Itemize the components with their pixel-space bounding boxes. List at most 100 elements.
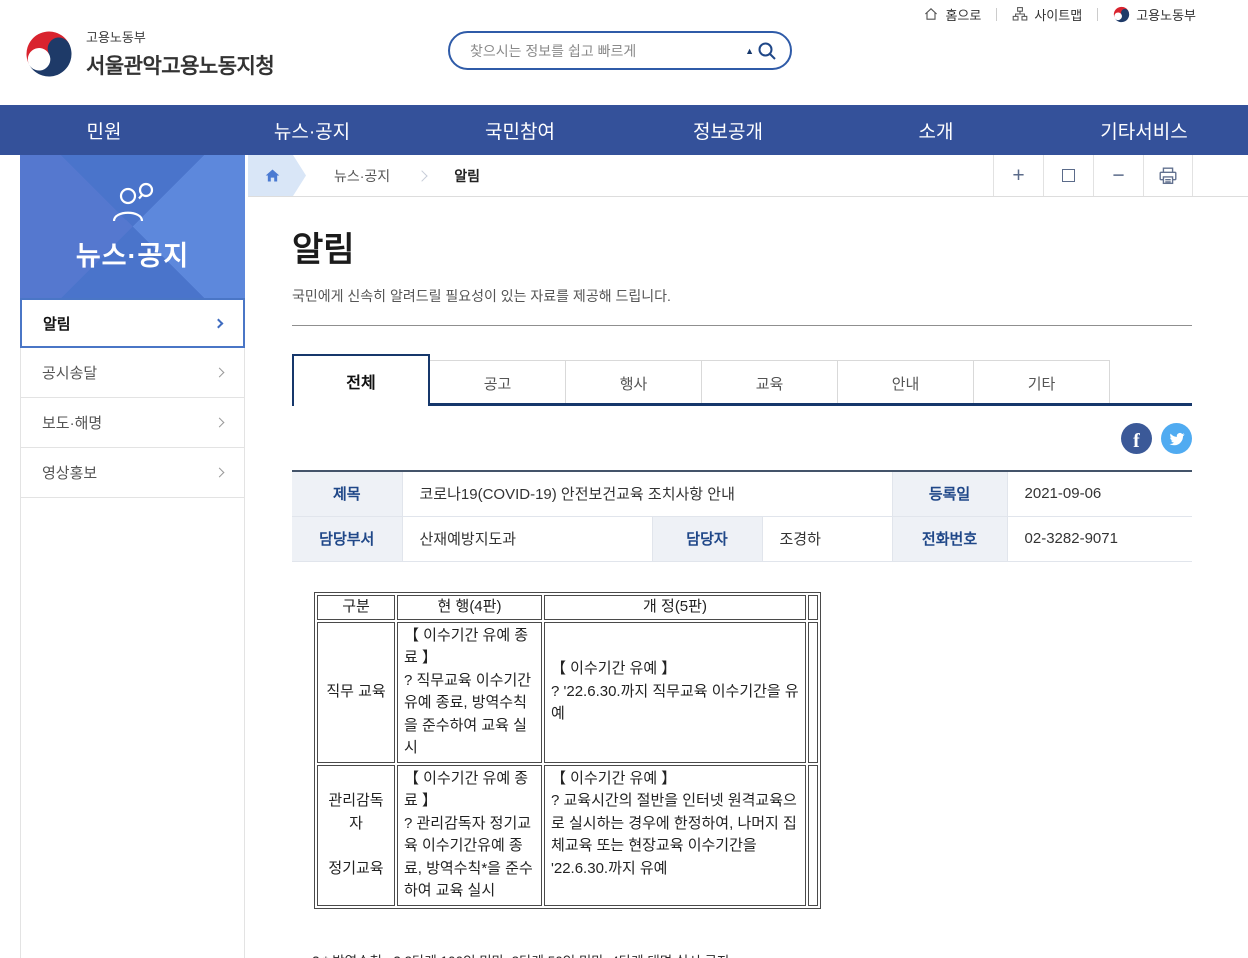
post-dept-value: 산재예방지도과 [401, 515, 653, 562]
sidebar-header: 뉴스·공지 [20, 155, 245, 298]
sidebar-menu: 알림 공시송달 보도·해명 영상홍보 [20, 298, 245, 498]
nav-item-etc[interactable]: 기타서비스 [1040, 105, 1248, 155]
font-reset-button[interactable] [1043, 155, 1093, 196]
printer-icon [1159, 167, 1177, 184]
row-category: 직무 교육 [317, 621, 395, 763]
col-header-current: 현 행(4판) [397, 594, 542, 620]
post-phone-value: 02-3282-9071 [1006, 515, 1193, 562]
nav-item-about[interactable]: 소개 [832, 105, 1040, 155]
table-row: 직무 교육 【 이수기간 유예 종료 】 ? 직무교육 이수기간 유예 종료, … [317, 621, 818, 763]
post-phone-label: 전화번호 [891, 515, 1008, 562]
breadcrumb-home-button[interactable] [248, 155, 306, 196]
nav-item-disclosure[interactable]: 정보공개 [624, 105, 832, 155]
ministry-name: 고용노동부 [86, 30, 146, 45]
post-title-value: 코로나19(COVID-19) 안전보건교육 조치사항 안내 [401, 471, 893, 517]
chevron-right-icon [214, 467, 225, 478]
home-link[interactable]: 홈으로 [923, 5, 981, 24]
sidebar-item-video[interactable]: 영상홍보 [21, 448, 244, 498]
breadcrumb: 뉴스·공지 알림 + − [248, 155, 1248, 197]
font-zoom-out-button[interactable]: − [1093, 155, 1143, 196]
person-speech-bubble-icon [112, 182, 153, 221]
tab-announcement[interactable]: 공고 [429, 360, 566, 406]
post-info-table: 제목 코로나19(COVID-19) 안전보건교육 조치사항 안내 등록일 20… [292, 470, 1193, 562]
sidebar-item-label: 공시송달 [42, 365, 98, 382]
row-current: 【 이수기간 유예 종료 】 ? 관리감독자 정기교육 이수기간유예 종료, 방… [397, 764, 542, 906]
twitter-share-button[interactable] [1161, 423, 1192, 454]
post-date-label: 등록일 [891, 471, 1008, 517]
post-title-label: 제목 [292, 471, 403, 517]
sidebar-item-label: 보도·해명 [42, 415, 103, 432]
row-empty [808, 764, 818, 906]
home-icon [264, 167, 281, 184]
tab-guide[interactable]: 안내 [837, 360, 974, 406]
square-icon [1062, 169, 1075, 182]
moel-link[interactable]: 고용노동부 [1113, 5, 1196, 24]
chevron-right-icon [213, 318, 224, 328]
nav-item-news[interactable]: 뉴스·공지 [208, 105, 416, 155]
sitemap-icon [1013, 7, 1028, 21]
sitemap-link[interactable]: 사이트맵 [1012, 5, 1082, 24]
chevron-right-icon [214, 367, 225, 378]
breadcrumb-level2: 알림 [454, 167, 480, 184]
sidebar-item-public-notice[interactable]: 공시송달 [21, 348, 244, 398]
site-logo-text: 고용노동부 서울관악고용노동지청 [86, 27, 275, 80]
sidebar-item-alerts[interactable]: 알림 [20, 298, 245, 348]
page: 홈으로 사이트맵 고용노동부 고용노동부 서울관악고용노동지청 ▲ 민원 뉴스·… [0, 0, 1248, 958]
main-nav: 민원 뉴스·공지 국민참여 정보공개 소개 기타서비스 [0, 105, 1248, 155]
main-content: 알림 국민에게 신속히 알려드릴 필요성이 있는 자료를 제공해 드립니다. 전… [292, 222, 1193, 958]
page-description: 국민에게 신속히 알려드릴 필요성이 있는 자료를 제공해 드립니다. [292, 288, 671, 304]
sitemap-link-label: 사이트맵 [1034, 7, 1083, 23]
search-toggle-icon[interactable]: ▲ [745, 46, 754, 56]
table-row: 제목 코로나19(COVID-19) 안전보건교육 조치사항 안내 등록일 20… [292, 471, 1193, 517]
tab-education[interactable]: 교육 [701, 360, 838, 406]
site-logo[interactable]: 고용노동부 서울관악고용노동지청 [24, 27, 275, 80]
share-buttons: f [292, 423, 1192, 454]
print-button[interactable] [1143, 155, 1193, 196]
tab-event[interactable]: 행사 [565, 360, 702, 406]
utility-bar: 홈으로 사이트맵 고용노동부 [923, 3, 1196, 25]
nav-item-participation[interactable]: 국민참여 [416, 105, 624, 155]
divider [1097, 7, 1099, 21]
sidebar-title: 뉴스·공지 [75, 240, 190, 271]
table-header-row: 구분 현 행(4판) 개 정(5판) [317, 594, 818, 620]
row-empty [808, 621, 818, 763]
sidebar-item-label: 영상홍보 [42, 465, 98, 482]
moel-link-label: 고용노동부 [1136, 7, 1196, 23]
content-table: 구분 현 행(4판) 개 정(5판) 직무 교육 【 이수기간 유예 종료 】 … [314, 591, 821, 909]
chevron-right-icon [214, 417, 225, 428]
search-box: ▲ [448, 31, 792, 70]
facebook-icon: f [1133, 430, 1140, 452]
nav-item-minwon[interactable]: 민원 [0, 105, 208, 155]
post-date-value: 2021-09-06 [1006, 471, 1193, 517]
col-header-empty [808, 594, 818, 620]
footnote-line: ? * 방역수칙 : ? 2단계 100인 미만, 3단계 50인 미만, 4단… [312, 951, 1192, 958]
tab-etc[interactable]: 기타 [973, 360, 1110, 406]
office-name: 서울관악고용노동지청 [86, 55, 275, 78]
table-row: 담당부서 산재예방지도과 담당자 조경하 전화번호 02-3282-9071 [292, 515, 1193, 562]
sidebar-item-label: 알림 [43, 315, 71, 333]
sidebar: 뉴스·공지 알림 공시송달 보도·해명 영상홍보 [20, 155, 245, 958]
search-input[interactable] [468, 41, 746, 60]
divider [996, 7, 998, 21]
tab-all[interactable]: 전체 [292, 354, 430, 406]
home-link-label: 홈으로 [945, 7, 982, 23]
facebook-share-button[interactable]: f [1121, 423, 1152, 454]
sidebar-item-press[interactable]: 보도·해명 [21, 398, 244, 448]
row-current: 【 이수기간 유예 종료 】 ? 직무교육 이수기간 유예 종료, 방역수칙을 … [397, 621, 542, 763]
post-dept-label: 담당부서 [292, 515, 403, 562]
table-row: 관리감독자 정기교육 【 이수기간 유예 종료 】 ? 관리감독자 정기교육 이… [317, 764, 818, 906]
search-icon[interactable] [757, 41, 777, 61]
category-tabs: 전체 공고 행사 교육 안내 기타 [292, 354, 1192, 406]
col-header-category: 구분 [317, 594, 395, 620]
row-category: 관리감독자 정기교육 [317, 764, 395, 906]
row-revised: 【 이수기간 유예 】 ? '22.6.30.까지 직무교육 이수기간을 유예 [544, 621, 806, 763]
post-manager-label: 담당자 [651, 515, 763, 562]
font-zoom-in-button[interactable]: + [993, 155, 1043, 196]
taegeuk-icon [1114, 6, 1130, 22]
breadcrumb-level1[interactable]: 뉴스·공지 [306, 155, 418, 196]
page-title: 알림 [292, 231, 355, 269]
divider [292, 325, 1192, 326]
page-tools: + − [993, 155, 1193, 196]
taegeuk-logo-icon [26, 31, 72, 76]
footnotes: ? * 방역수칙 : ? 2단계 100인 미만, 3단계 50인 미만, 4단… [312, 929, 1192, 958]
